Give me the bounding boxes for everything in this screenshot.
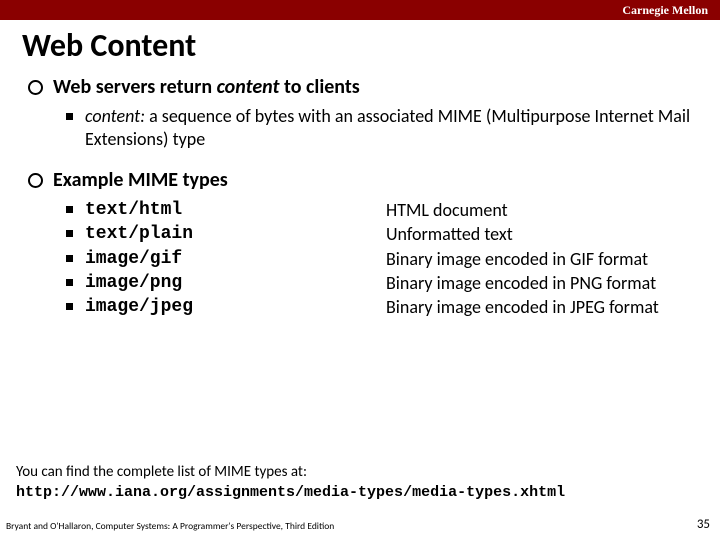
- mime-desc: Binary image encoded in JPEG format: [386, 295, 659, 319]
- mime-row: image/gif Binary image encoded in GIF fo…: [66, 247, 692, 271]
- mime-type: text/plain: [85, 222, 193, 246]
- square-bullet-icon: [66, 279, 73, 286]
- sub-item-content: content: a sequence of bytes with an ass…: [66, 105, 692, 150]
- square-bullet-icon: [66, 255, 73, 262]
- mime-row: image/png Binary image encoded in PNG fo…: [66, 271, 692, 295]
- mime-type: text/html: [85, 198, 182, 222]
- square-bullet-icon: [66, 206, 73, 213]
- text-emph: content:: [85, 105, 145, 127]
- text-rest: a sequence of bytes with an associated M…: [85, 105, 690, 150]
- mime-type-list: text/html HTML document text/plain Unfor…: [66, 198, 692, 319]
- bullet-web-servers: Web servers return content to clients: [28, 75, 692, 99]
- bullet-text: Web servers return content to clients: [53, 75, 360, 99]
- mime-row: text/html HTML document: [66, 198, 692, 222]
- mime-type: image/gif: [85, 247, 182, 271]
- mime-row: image/jpeg Binary image encoded in JPEG …: [66, 295, 692, 319]
- mime-desc: Binary image encoded in GIF format: [386, 247, 648, 271]
- bullet-text: Example MIME types: [53, 168, 228, 192]
- ring-bullet-icon: [28, 80, 43, 95]
- footnote-text: You can find the complete list of MIME t…: [16, 463, 565, 483]
- square-bullet-icon: [66, 303, 73, 310]
- footer-credit: Bryant and O'Hallaron, Computer Systems:…: [6, 520, 334, 532]
- ring-bullet-icon: [28, 173, 43, 188]
- text-emph: content: [217, 75, 280, 99]
- mime-desc: Unformatted text: [386, 222, 513, 246]
- sub-list-content-def: content: a sequence of bytes with an ass…: [66, 105, 692, 150]
- sub-item-text: content: a sequence of bytes with an ass…: [85, 105, 692, 150]
- square-bullet-icon: [66, 113, 73, 120]
- mime-list-footnote: You can find the complete list of MIME t…: [16, 463, 565, 502]
- page-number: 35: [697, 517, 710, 532]
- bullet-example-mime: Example MIME types: [28, 168, 692, 192]
- slide-body: Web servers return content to clients co…: [28, 75, 692, 319]
- mime-desc: HTML document: [386, 198, 508, 222]
- text-pre: Web servers return: [53, 75, 217, 99]
- slide-title: Web Content: [22, 26, 720, 65]
- mime-type: image/png: [85, 271, 182, 295]
- slide-footer: Bryant and O'Hallaron, Computer Systems:…: [6, 517, 710, 532]
- square-bullet-icon: [66, 230, 73, 237]
- institution-name: Carnegie Mellon: [622, 3, 708, 17]
- mime-row: text/plain Unformatted text: [66, 222, 692, 246]
- mime-type: image/jpeg: [85, 295, 193, 319]
- footnote-url: http://www.iana.org/assignments/media-ty…: [16, 483, 565, 503]
- institution-bar: Carnegie Mellon: [0, 0, 720, 20]
- mime-desc: Binary image encoded in PNG format: [386, 271, 656, 295]
- text-post: to clients: [280, 75, 360, 99]
